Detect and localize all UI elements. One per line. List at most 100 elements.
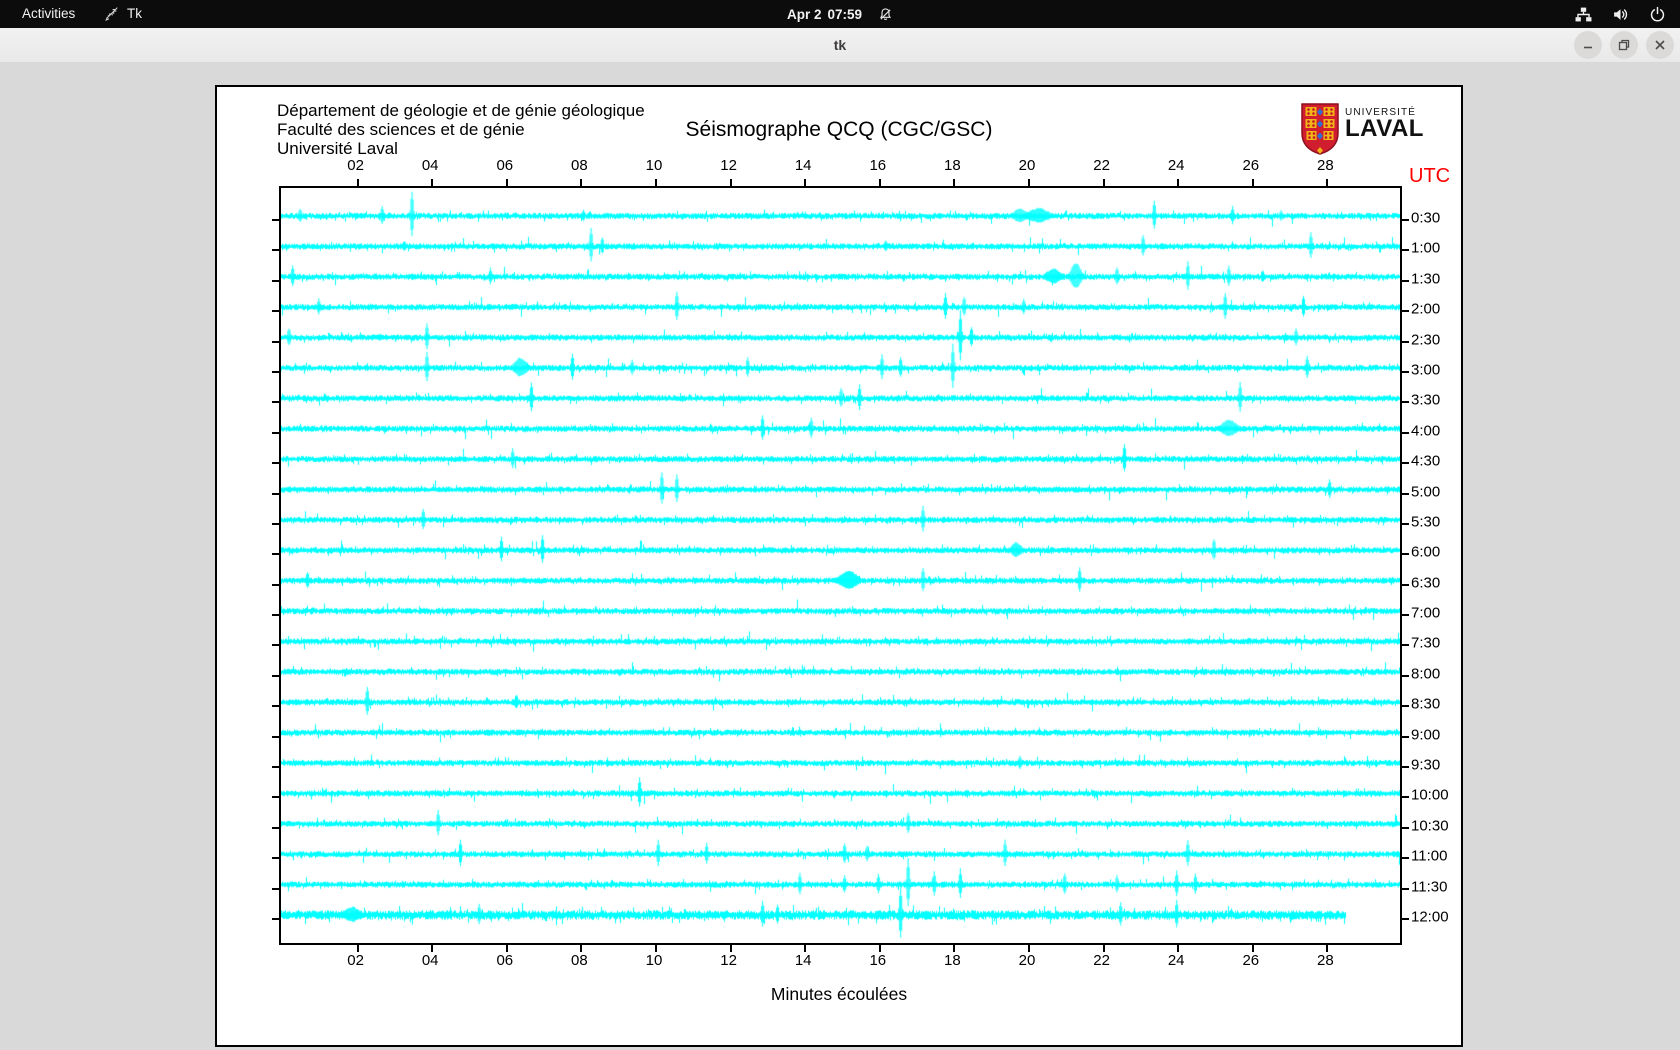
x-tick-top <box>953 179 956 188</box>
row-tick-right <box>1400 674 1409 677</box>
x-tick-label-bottom: 06 <box>496 952 514 969</box>
system-status-area[interactable] <box>1575 0 1666 28</box>
x-tick-top <box>1177 179 1180 188</box>
row-tick-left <box>272 370 281 373</box>
row-time-label: 9:00 <box>1411 726 1441 744</box>
row-tick-left <box>272 310 281 313</box>
x-tick-bottom <box>953 943 956 952</box>
row-tick-right <box>1400 340 1409 343</box>
x-tick-bottom <box>505 943 508 952</box>
row-tick-right <box>1400 522 1409 525</box>
x-tick-top <box>729 179 732 188</box>
row-time-label: 3:00 <box>1411 361 1441 379</box>
row-tick-right <box>1400 462 1409 465</box>
row-tick-left <box>272 917 281 920</box>
row-tick-right <box>1400 826 1409 829</box>
x-tick-label-bottom: 24 <box>1167 952 1185 969</box>
row-tick-left <box>272 705 281 708</box>
close-button[interactable] <box>1646 31 1674 59</box>
x-tick-label-bottom: 26 <box>1242 952 1260 969</box>
x-tick-label-top: 12 <box>720 157 737 174</box>
volume-icon <box>1612 6 1629 23</box>
x-tick-top <box>804 179 807 188</box>
window-title: tk <box>833 37 847 53</box>
x-tick-label-top: 28 <box>1317 157 1334 174</box>
page-title: Séismographe QCQ (CGC/GSC) <box>685 118 993 141</box>
row-time-label: 7:00 <box>1411 604 1441 622</box>
laval-logo-text: UNIVERSITÉ LAVAL <box>1345 103 1424 142</box>
row-time-label: 3:30 <box>1411 391 1441 409</box>
row-time-label: 2:00 <box>1411 300 1441 318</box>
window-titlebar[interactable]: tk <box>0 28 1680 63</box>
x-tick-label-top: 16 <box>869 157 887 174</box>
row-time-label: 10:00 <box>1411 786 1449 804</box>
x-tick-bottom <box>431 943 434 952</box>
row-time-label: 9:30 <box>1411 756 1441 774</box>
row-tick-right <box>1400 644 1409 647</box>
row-tick-left <box>272 796 281 799</box>
row-tick-left <box>272 340 281 343</box>
x-tick-label-bottom: 28 <box>1317 952 1334 969</box>
row-tick-right <box>1400 370 1409 373</box>
row-tick-left <box>272 279 281 282</box>
x-tick-bottom <box>580 943 583 952</box>
window-controls <box>1574 31 1674 59</box>
x-tick-label-bottom: 14 <box>794 952 812 969</box>
row-tick-left <box>272 401 281 404</box>
row-tick-right <box>1400 492 1409 495</box>
row-tick-right <box>1400 735 1409 738</box>
row-time-label: 12:00 <box>1411 908 1449 926</box>
x-tick-top <box>1326 179 1329 188</box>
dnd-bell-slash-icon <box>878 7 893 22</box>
clock[interactable]: Apr 2 07:59 <box>0 0 1680 28</box>
x-tick-top <box>1028 179 1030 188</box>
x-tick-label-top: 14 <box>794 157 812 174</box>
row-time-label: 6:30 <box>1411 574 1441 592</box>
universite-laval-logo: UNIVERSITÉ LAVAL <box>1300 103 1424 160</box>
row-tick-left <box>272 249 281 252</box>
row-tick-right <box>1400 857 1409 860</box>
x-tick-label-top: 04 <box>421 157 439 174</box>
row-tick-right <box>1400 917 1409 920</box>
x-tick-bottom <box>1177 943 1180 952</box>
row-tick-right <box>1400 705 1409 708</box>
row-time-label: 5:30 <box>1411 513 1441 531</box>
x-tick-label-top: 02 <box>347 157 364 174</box>
row-tick-left <box>272 644 281 647</box>
row-tick-left <box>272 522 281 525</box>
x-tick-label-top: 26 <box>1242 157 1260 174</box>
row-tick-left <box>272 219 281 221</box>
row-tick-right <box>1400 766 1409 769</box>
row-time-label: 8:00 <box>1411 665 1441 683</box>
x-tick-label-bottom: 16 <box>869 952 887 969</box>
row-time-label: 2:30 <box>1411 331 1441 349</box>
seismogram-traces <box>281 188 1400 943</box>
gnome-top-bar: Activities Tk Apr 2 07:59 <box>0 0 1680 28</box>
row-tick-right <box>1400 553 1409 556</box>
clock-date: Apr 2 <box>786 6 822 22</box>
x-tick-label-bottom: 02 <box>347 952 364 969</box>
row-tick-left <box>272 674 281 677</box>
x-tick-bottom <box>1326 943 1329 952</box>
laval-logo-line-2: LAVAL <box>1345 115 1424 142</box>
network-wired-icon <box>1575 6 1592 23</box>
x-tick-bottom <box>655 943 657 952</box>
x-tick-bottom <box>1028 943 1030 952</box>
row-tick-left <box>272 826 281 829</box>
row-tick-right <box>1400 219 1409 221</box>
x-tick-bottom <box>1102 943 1105 952</box>
x-tick-label-top: 24 <box>1167 157 1185 174</box>
row-tick-left <box>272 766 281 769</box>
x-tick-label-top: 08 <box>571 157 588 174</box>
x-tick-top <box>878 179 881 188</box>
maximize-button[interactable] <box>1610 31 1638 59</box>
x-tick-label-top: 06 <box>496 157 514 174</box>
row-tick-left <box>272 553 281 556</box>
row-tick-right <box>1400 796 1409 799</box>
row-tick-right <box>1400 401 1409 404</box>
x-tick-top <box>356 179 359 188</box>
minimize-button[interactable] <box>1574 31 1602 59</box>
x-tick-label-bottom: 04 <box>421 952 439 969</box>
row-time-label: 5:00 <box>1411 483 1441 501</box>
x-tick-label-top: 10 <box>645 157 663 174</box>
